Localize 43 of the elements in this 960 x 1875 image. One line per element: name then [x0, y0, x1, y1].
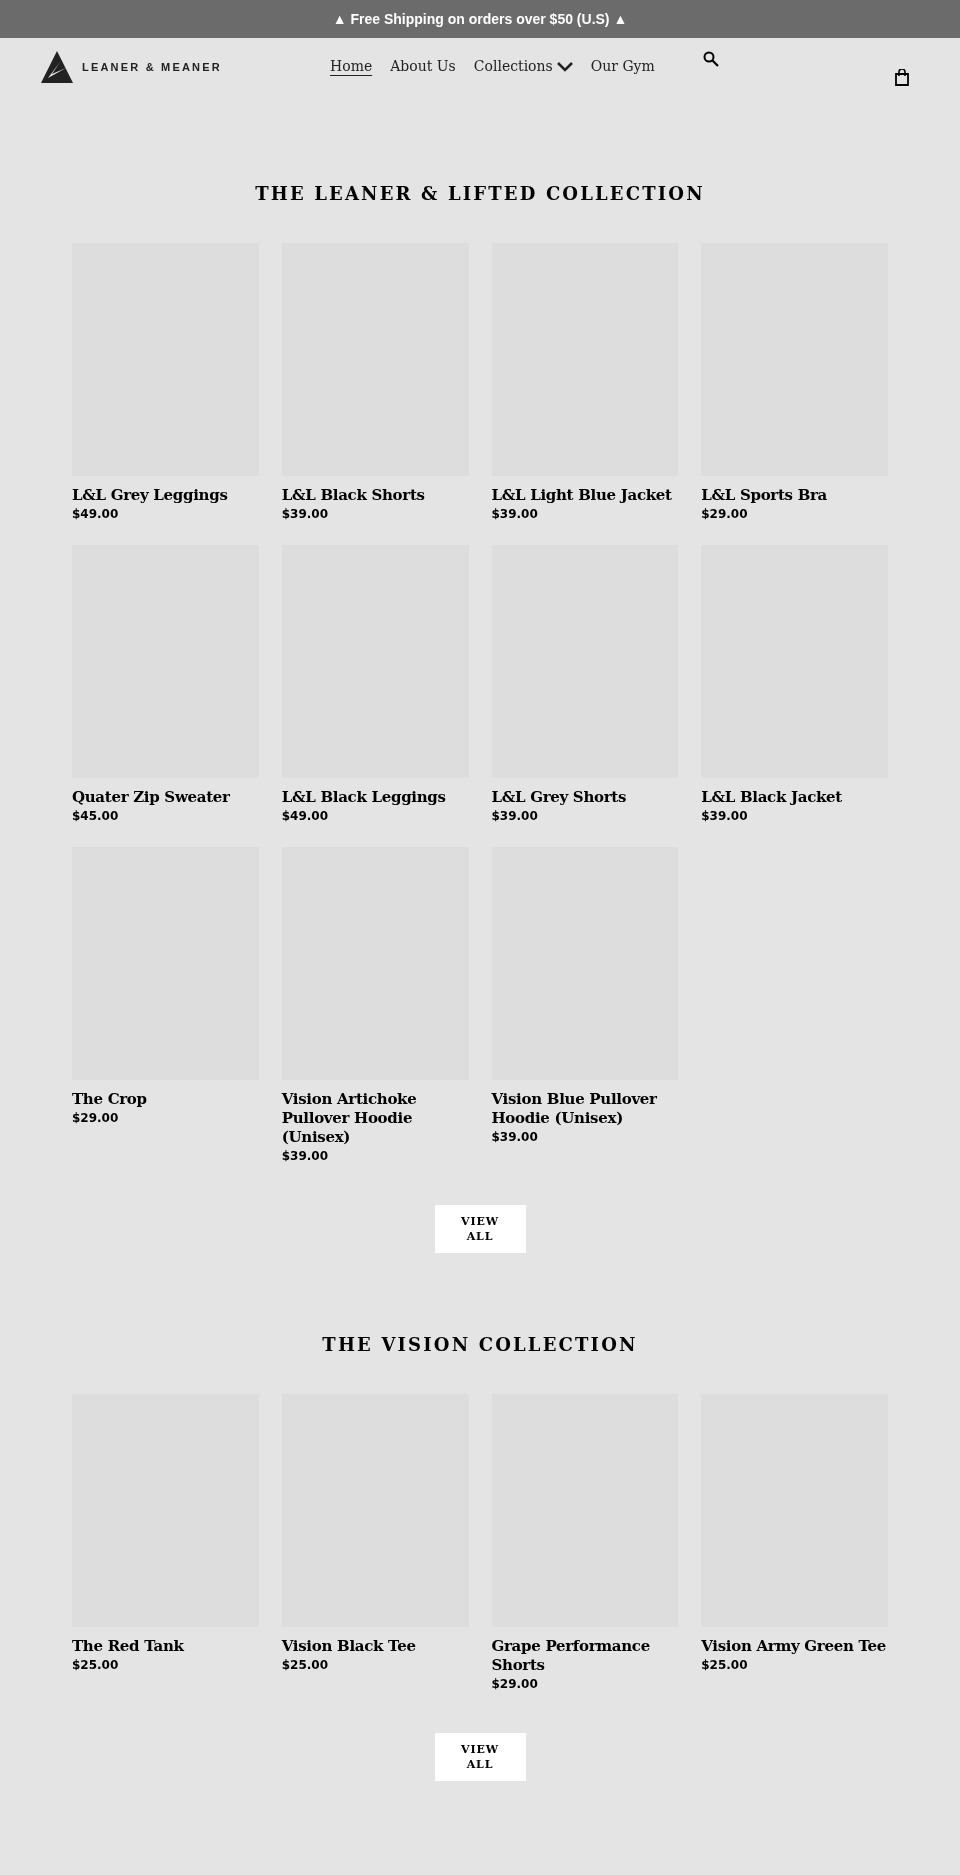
product-price: $39.00: [281, 506, 330, 523]
product-price: $45.00: [72, 808, 120, 825]
product-title[interactable]: L&L Light Blue Jacket: [491, 486, 679, 505]
product-price: $29.00: [72, 1110, 120, 1127]
product-price: $49.00: [281, 808, 330, 825]
product-title[interactable]: L&L Black Leggings: [281, 788, 469, 807]
product-title[interactable]: Grape Performance Shorts: [491, 1637, 679, 1675]
product-title[interactable]: Quater Zip Sweater: [72, 788, 259, 807]
product-title[interactable]: L&L Sports Bra: [701, 486, 888, 505]
product-price: $25.00: [72, 1657, 120, 1674]
product-title[interactable]: The Red Tank: [72, 1637, 259, 1656]
view-all-button[interactable]: VIEW ALL: [434, 1205, 526, 1253]
announcement-text: ▲ Free Shipping on orders over $50 (U.S) ▲: [332, 9, 628, 29]
product-price: $29.00: [491, 1676, 539, 1693]
product-title[interactable]: Vision Artichoke Pullover Hoodie (Unisex): [281, 1090, 469, 1147]
product-price: $39.00: [491, 506, 539, 523]
nav-link[interactable]: Home: [330, 56, 373, 77]
product-price: $25.00: [281, 1657, 330, 1674]
section-heading: THE LEANER & LIFTED COLLECTION: [255, 182, 705, 206]
product-title[interactable]: L&L Black Shorts: [281, 486, 469, 505]
product-price: $25.00: [701, 1657, 749, 1674]
nav-link[interactable]: Our Gym: [590, 56, 655, 77]
search-icon[interactable]: [703, 51, 719, 67]
product-title[interactable]: Vision Army Green Tee: [701, 1637, 888, 1656]
nav-link[interactable]: About Us: [390, 56, 456, 77]
product-price: $49.00: [72, 506, 120, 523]
product-price: $29.00: [701, 506, 749, 523]
product-price: $39.00: [491, 1129, 539, 1146]
product-price: $39.00: [281, 1148, 330, 1165]
nav-link[interactable]: Collections: [473, 56, 573, 77]
product-price: $39.00: [701, 808, 749, 825]
logo-text: LEANER & MEANER: [82, 59, 222, 75]
product-price: $39.00: [491, 808, 539, 825]
shopping-bag-icon[interactable]: [895, 69, 909, 86]
product-title[interactable]: L&L Black Jacket: [701, 788, 888, 807]
product-title[interactable]: Vision Black Tee: [281, 1637, 469, 1656]
product-title[interactable]: L&L Grey Shorts: [491, 788, 679, 807]
view-all-button[interactable]: VIEW ALL: [434, 1733, 526, 1781]
logo-triangle-icon: [40, 50, 74, 84]
product-title[interactable]: Vision Blue Pullover Hoodie (Unisex): [491, 1090, 679, 1128]
product-title[interactable]: The Crop: [72, 1090, 259, 1109]
product-title[interactable]: L&L Grey Leggings: [72, 486, 259, 505]
section-heading: THE VISION COLLECTION: [322, 1333, 638, 1357]
